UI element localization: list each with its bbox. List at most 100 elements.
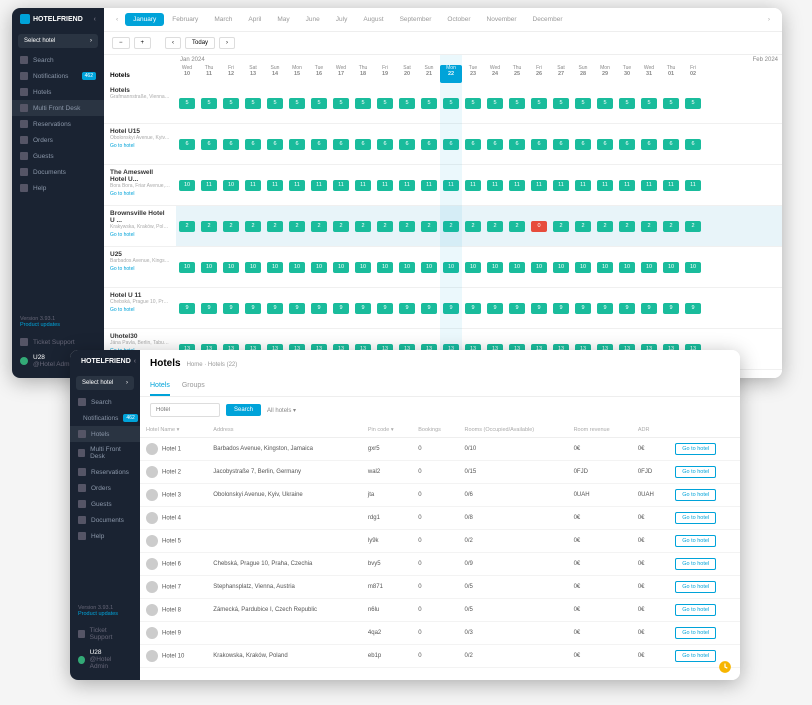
availability-cell[interactable]: 9 xyxy=(220,303,242,314)
select-hotel-dropdown[interactable]: Select hotel› xyxy=(18,34,98,48)
availability-cell[interactable]: 10 xyxy=(374,262,396,273)
availability-cell[interactable]: 2 xyxy=(308,221,330,232)
availability-cell[interactable]: 10 xyxy=(418,262,440,273)
availability-cell[interactable]: 11 xyxy=(308,180,330,191)
availability-cell[interactable]: 10 xyxy=(286,262,308,273)
sidebar-item-notifications[interactable]: Notifications462 xyxy=(12,68,104,84)
zoom-in-button[interactable]: + xyxy=(134,37,152,49)
availability-cell[interactable]: 6 xyxy=(220,139,242,150)
go-to-hotel-button[interactable]: Go to hotel xyxy=(675,604,716,616)
availability-cell[interactable]: 6 xyxy=(506,139,528,150)
sidebar-item-documents[interactable]: Documents xyxy=(70,512,140,528)
hotel-name-cell[interactable]: Hotel 2 xyxy=(140,461,207,484)
availability-cell[interactable]: 6 xyxy=(418,139,440,150)
availability-cell[interactable]: 2 xyxy=(242,221,264,232)
availability-cell[interactable]: 10 xyxy=(572,262,594,273)
availability-cell[interactable]: 11 xyxy=(286,180,308,191)
availability-cell[interactable]: 2 xyxy=(374,221,396,232)
tab-groups[interactable]: Groups xyxy=(182,377,205,396)
availability-cell[interactable]: 11 xyxy=(330,180,352,191)
availability-cell[interactable]: 2 xyxy=(594,221,616,232)
availability-cell[interactable]: 11 xyxy=(528,180,550,191)
availability-cell[interactable]: 5 xyxy=(506,98,528,109)
availability-cell[interactable]: 11 xyxy=(550,180,572,191)
availability-cell[interactable]: 2 xyxy=(220,221,242,232)
today-button[interactable]: Today xyxy=(185,37,215,49)
column-header[interactable]: Address xyxy=(207,423,362,438)
go-to-hotel-link[interactable]: Go to hotel xyxy=(110,232,170,238)
sidebar-item-reservations[interactable]: Reservations xyxy=(70,464,140,480)
go-to-hotel-button[interactable]: Go to hotel xyxy=(675,627,716,639)
availability-cell[interactable]: 10 xyxy=(638,262,660,273)
ticket-support[interactable]: Ticket Support xyxy=(78,623,132,645)
availability-cell[interactable]: 9 xyxy=(308,303,330,314)
go-to-hotel-button[interactable]: Go to hotel xyxy=(675,650,716,662)
day-header[interactable]: Sun14 xyxy=(264,65,286,83)
availability-cell[interactable]: 10 xyxy=(220,180,242,191)
availability-cell[interactable]: 10 xyxy=(330,262,352,273)
availability-cell[interactable]: 10 xyxy=(176,180,198,191)
availability-cell[interactable]: 2 xyxy=(264,221,286,232)
availability-cell[interactable]: 9 xyxy=(396,303,418,314)
availability-cell[interactable]: 6 xyxy=(242,139,264,150)
availability-cell[interactable]: 9 xyxy=(506,303,528,314)
availability-cell[interactable]: 9 xyxy=(418,303,440,314)
availability-cell[interactable]: 5 xyxy=(660,98,682,109)
month-october[interactable]: October xyxy=(439,13,478,26)
availability-cell[interactable]: 2 xyxy=(462,221,484,232)
availability-cell[interactable]: 2 xyxy=(176,221,198,232)
month-july[interactable]: July xyxy=(328,13,356,26)
day-header[interactable]: Mon29 xyxy=(594,65,616,83)
go-to-hotel-button[interactable]: Go to hotel xyxy=(675,443,716,455)
ticket-support[interactable]: Ticket Support xyxy=(20,334,96,350)
availability-cell[interactable]: 9 xyxy=(242,303,264,314)
hotel-name-cell[interactable]: Hotel 6 xyxy=(140,553,207,576)
go-to-hotel-button[interactable]: Go to hotel xyxy=(675,581,716,593)
availability-cell[interactable]: 9 xyxy=(330,303,352,314)
availability-cell[interactable]: 6 xyxy=(330,139,352,150)
availability-cell[interactable]: 5 xyxy=(594,98,616,109)
availability-cell[interactable]: 2 xyxy=(550,221,572,232)
hotel-filter-dropdown[interactable]: All hotels ▾ xyxy=(267,407,296,414)
day-header[interactable]: Thu11 xyxy=(198,65,220,83)
day-header[interactable]: Thu18 xyxy=(352,65,374,83)
availability-cell[interactable]: 9 xyxy=(682,303,704,314)
availability-cell[interactable]: 10 xyxy=(594,262,616,273)
availability-cell[interactable]: 2 xyxy=(418,221,440,232)
availability-cell[interactable]: 9 xyxy=(550,303,572,314)
availability-cell[interactable]: 9 xyxy=(572,303,594,314)
sidebar-item-search[interactable]: Search xyxy=(12,52,104,68)
column-header[interactable]: Hotel Name ▾ xyxy=(140,423,207,438)
go-to-hotel-button[interactable]: Go to hotel xyxy=(675,466,716,478)
availability-cell[interactable]: 5 xyxy=(484,98,506,109)
day-header[interactable]: Sat13 xyxy=(242,65,264,83)
availability-cell[interactable]: 6 xyxy=(638,139,660,150)
hotel-name-cell[interactable]: Hotel 8 xyxy=(140,599,207,622)
go-to-hotel-link[interactable]: Go to hotel xyxy=(110,266,170,272)
sidebar-item-multi-front-desk[interactable]: Multi Front Desk xyxy=(12,100,104,116)
sidebar-item-orders[interactable]: Orders xyxy=(12,132,104,148)
day-header[interactable]: Thu25 xyxy=(506,65,528,83)
availability-cell[interactable]: 2 xyxy=(286,221,308,232)
day-header[interactable]: Wed31 xyxy=(638,65,660,83)
availability-cell[interactable]: 11 xyxy=(506,180,528,191)
availability-cell[interactable]: 5 xyxy=(396,98,418,109)
day-header[interactable]: Sat27 xyxy=(550,65,572,83)
availability-cell[interactable]: 2 xyxy=(352,221,374,232)
next-button[interactable]: › xyxy=(219,37,235,49)
availability-cell[interactable]: 2 xyxy=(682,221,704,232)
availability-cell[interactable]: 11 xyxy=(484,180,506,191)
availability-cell[interactable]: 6 xyxy=(374,139,396,150)
availability-cell[interactable]: 9 xyxy=(374,303,396,314)
go-to-hotel-button[interactable]: Go to hotel xyxy=(675,535,716,547)
collapse-icon[interactable]: ‹ xyxy=(134,358,136,365)
availability-cell[interactable]: 6 xyxy=(264,139,286,150)
day-header[interactable]: Sun21 xyxy=(418,65,440,83)
availability-cell[interactable]: 6 xyxy=(484,139,506,150)
availability-cell[interactable]: 2 xyxy=(506,221,528,232)
availability-cell[interactable]: 10 xyxy=(462,262,484,273)
availability-cell[interactable]: 6 xyxy=(528,139,550,150)
day-header[interactable]: Tue30 xyxy=(616,65,638,83)
availability-cell[interactable]: 2 xyxy=(198,221,220,232)
go-to-hotel-link[interactable]: Go to hotel xyxy=(110,307,170,313)
